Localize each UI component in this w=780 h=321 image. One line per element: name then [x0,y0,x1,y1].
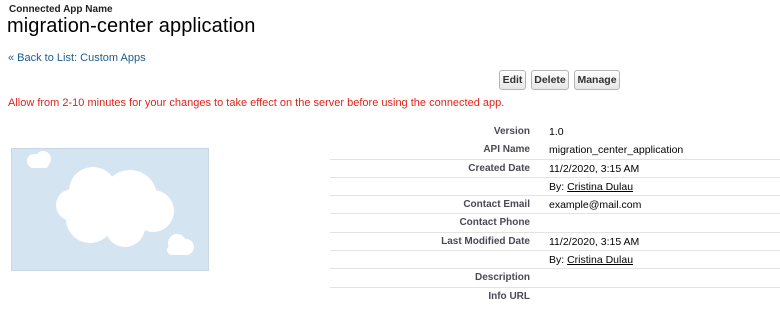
detail-table: Version 1.0 API Name migration_center_ap… [330,123,780,306]
created-date-label: Created Date [468,162,530,174]
app-logo [11,148,209,271]
api-name-value: migration_center_application [549,144,684,157]
created-by-value: By: Cristina Dulau [549,178,633,195]
detail-row-description: Description [330,269,780,288]
last-modified-value: 11/2/2020, 3:15 AM [549,235,640,248]
detail-row-last-modified: Last Modified Date 11/2/2020, 3:15 AM [330,233,780,252]
detail-row-version: Version 1.0 [330,123,780,141]
detail-row-contact-phone: Contact Phone [330,214,780,233]
version-label: Version [493,126,530,137]
detail-row-info-url: Info URL [330,288,780,306]
description-label: Description [474,272,530,284]
created-by-prefix: By: [549,180,565,193]
warning-message: Allow from 2-10 minutes for your changes… [8,97,505,109]
cloud-logo-icon [27,151,194,255]
edit-button[interactable]: Edit [499,70,526,90]
modified-by-prefix: By: [549,254,565,267]
version-value: 1.0 [549,126,564,138]
page-title: migration-center application [7,15,256,37]
button-bar: Edit Delete Manage [499,70,620,90]
last-modified-label: Last Modified Date [441,235,530,247]
detail-row-api-name: API Name migration_center_application [330,141,780,160]
created-date-value: 11/2/2020, 3:15 AM [549,162,640,175]
contact-email-label: Contact Email [463,199,530,211]
manage-button[interactable]: Manage [574,70,620,90]
detail-row-contact-email: Contact Email example@mail.com [330,196,780,215]
detail-row-created-by: By: Cristina Dulau [330,178,780,197]
back-to-list-link[interactable]: « Back to List: Custom Apps [8,52,146,64]
contact-email-value: example@mail.com [549,199,642,212]
modified-by-value: By: Cristina Dulau [549,251,633,268]
created-by-user-link[interactable]: Cristina Dulau [567,181,633,193]
created-by-spacer [330,178,549,195]
delete-button[interactable]: Delete [531,70,569,90]
info-url-label: Info URL [488,290,530,302]
contact-phone-label: Contact Phone [459,217,530,229]
modified-by-user-link[interactable]: Cristina Dulau [567,254,633,266]
detail-row-created-date: Created Date 11/2/2020, 3:15 AM [330,160,780,178]
detail-row-modified-by: By: Cristina Dulau [330,251,780,270]
app-name-label: Connected App Name [9,4,113,15]
modified-by-spacer [330,251,549,268]
api-name-label: API Name [483,144,530,156]
